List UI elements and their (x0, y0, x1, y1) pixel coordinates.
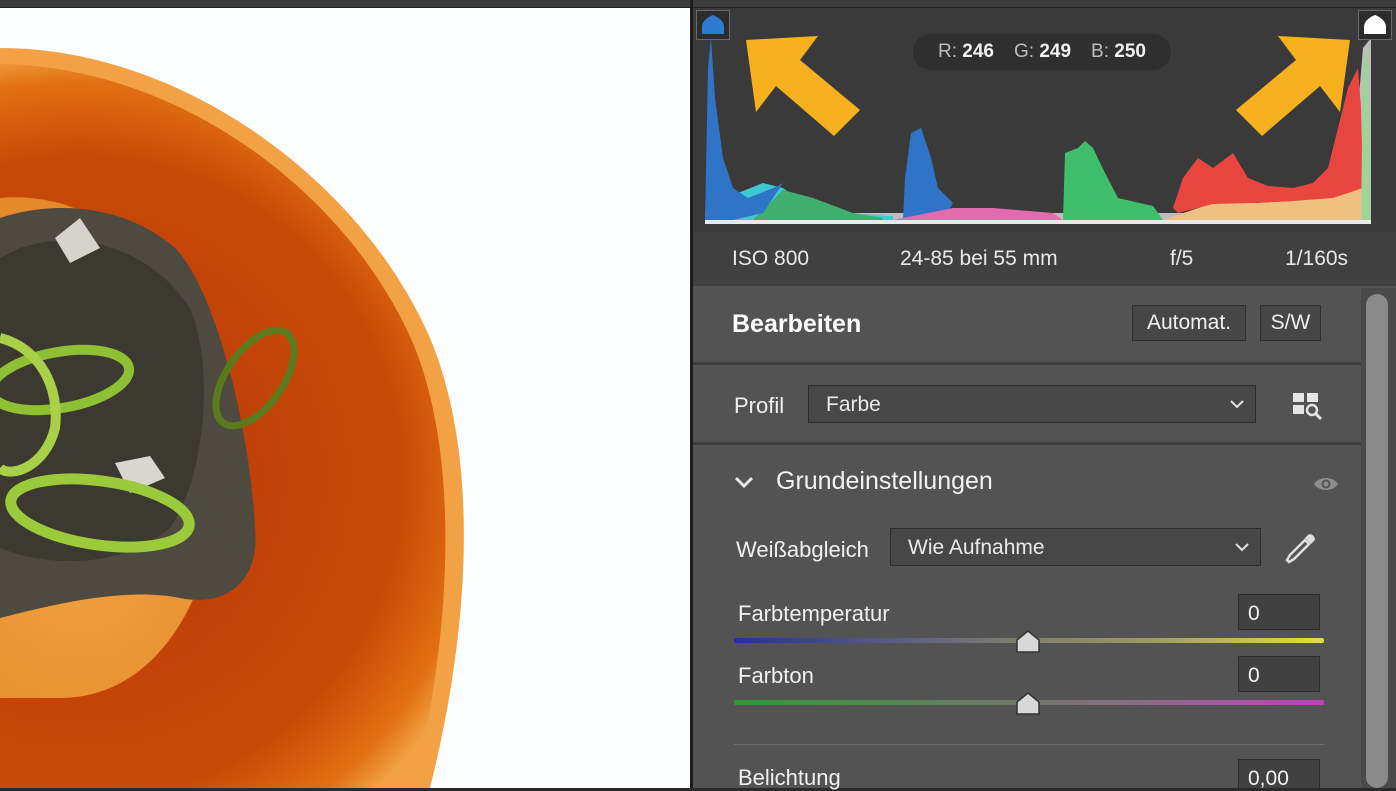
g-readout: G: 249 (1014, 41, 1072, 62)
temperature-input[interactable]: 0 (1238, 594, 1320, 630)
black-white-button[interactable]: S/W (1260, 305, 1321, 341)
scrollbar-thumb[interactable] (1366, 294, 1388, 788)
highlight-clipping-icon (1364, 15, 1386, 34)
section-separator-2 (693, 442, 1361, 445)
highlight-clipping-toggle[interactable] (1358, 10, 1392, 40)
annotation-arrow-left-icon (746, 36, 860, 136)
lens-value: 24-85 bei 55 mm (900, 247, 1058, 270)
chevron-down-icon (1230, 400, 1244, 409)
temperature-value: 0 (1248, 602, 1260, 625)
group-divider (734, 744, 1324, 745)
eyedropper-icon[interactable] (1284, 531, 1320, 567)
temperature-slider-thumb[interactable] (1015, 630, 1041, 654)
eye-icon[interactable] (1312, 474, 1340, 494)
tint-value: 0 (1248, 664, 1260, 687)
edit-panel: R: 246 G: 249 B: 250 ISO 800 24-85 bei 5… (693, 8, 1396, 790)
profile-dropdown[interactable]: Farbe (808, 385, 1256, 423)
r-readout: R: 246 (938, 41, 994, 62)
tint-slider-thumb[interactable] (1015, 692, 1041, 716)
shadow-clipping-toggle[interactable] (696, 10, 730, 40)
auto-button[interactable]: Automat. (1132, 305, 1246, 341)
rgb-readout: R: 246 G: 249 B: 250 (913, 34, 1171, 70)
temperature-label: Farbtemperatur (738, 601, 890, 626)
exposure-value: 0,00 (1248, 767, 1289, 790)
edit-panel-title: Bearbeiten (732, 310, 862, 338)
exposure-label: Belichtung (738, 765, 841, 790)
camera-raw-window: R: 246 G: 249 B: 250 ISO 800 24-85 bei 5… (0, 0, 1396, 790)
white-balance-dropdown[interactable]: Wie Aufnahme (890, 528, 1261, 566)
tint-label: Farbton (738, 663, 814, 688)
exposure-input[interactable]: 0,00 (1238, 759, 1320, 790)
image-preview[interactable] (0, 8, 690, 788)
tint-input[interactable]: 0 (1238, 656, 1320, 692)
white-balance-value: Wie Aufnahme (908, 536, 1045, 559)
chevron-down-collapse-icon[interactable] (733, 474, 755, 490)
section-separator (693, 362, 1361, 365)
profile-dropdown-value: Farbe (826, 393, 881, 416)
shutter-value: 1/160s (1285, 247, 1349, 270)
annotation-arrow-right-icon (1236, 36, 1350, 136)
histogram: R: 246 G: 249 B: 250 (693, 8, 1396, 232)
iso-value: ISO 800 (732, 247, 810, 270)
profile-browser-icon[interactable] (1291, 391, 1323, 421)
chevron-down-icon (1235, 543, 1249, 552)
aperture-value: f/5 (1170, 247, 1194, 270)
top-bar (0, 0, 1396, 8)
white-balance-label: Weißabgleich (736, 537, 869, 562)
profile-label: Profil (734, 393, 785, 418)
shadow-clipping-icon (702, 15, 724, 34)
food-photo (0, 8, 690, 788)
exif-info-bar: ISO 800 24-85 bei 55 mm f/5 1/160s (693, 232, 1396, 286)
basic-section-title[interactable]: Grundeinstellungen (776, 467, 993, 496)
b-readout: B: 250 (1091, 41, 1146, 62)
